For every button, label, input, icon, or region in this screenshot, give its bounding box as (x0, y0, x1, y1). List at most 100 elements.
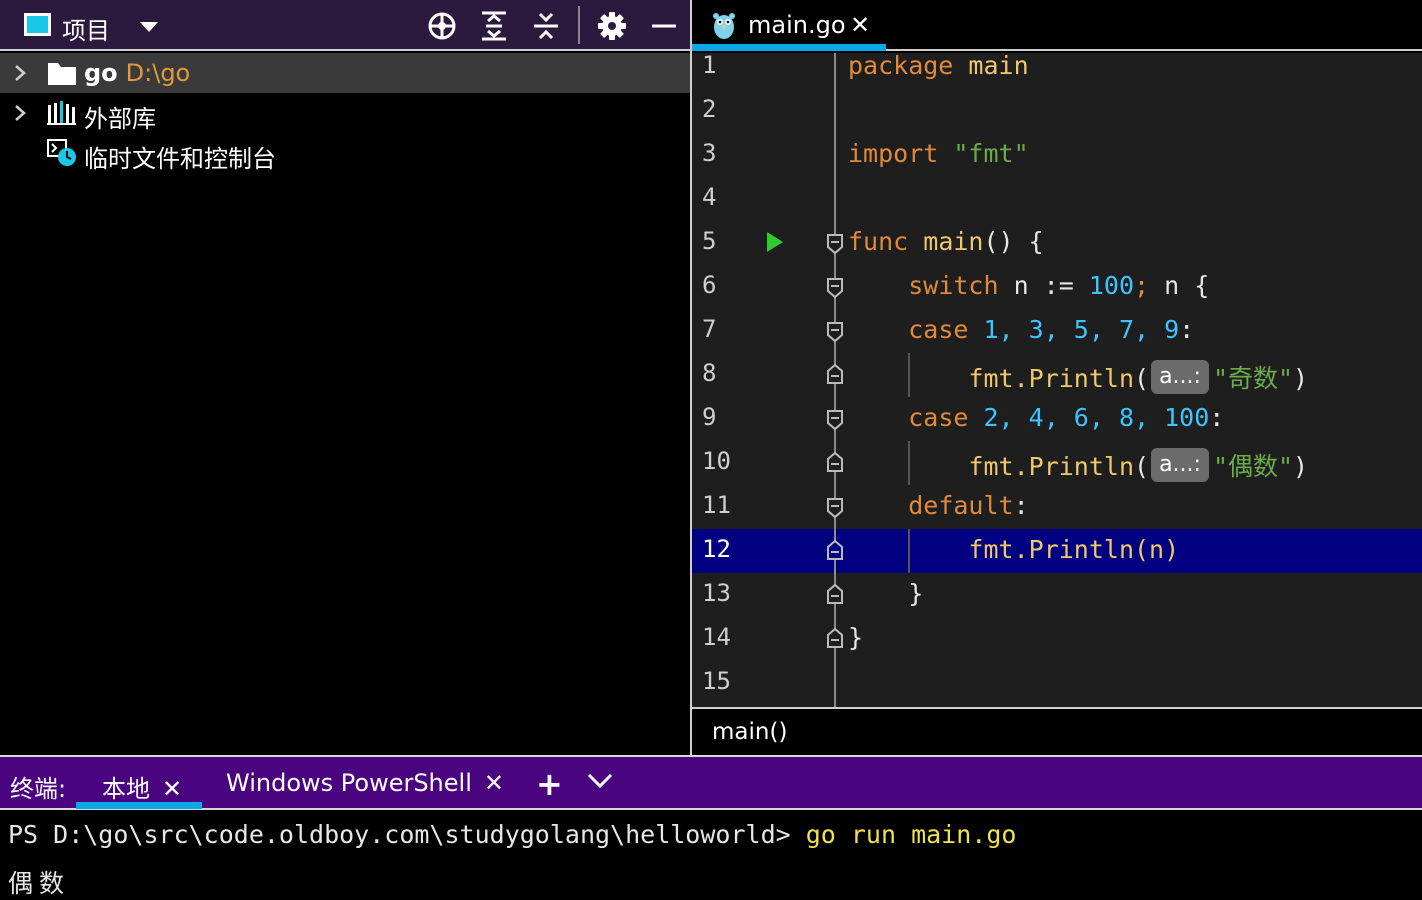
close-icon[interactable]: ✕ (850, 11, 870, 39)
project-panel-header: 项目 (0, 0, 690, 51)
fold-marker-icon[interactable] (826, 407, 844, 431)
parameter-hint: a...: (1151, 360, 1209, 394)
fold-end-marker-icon[interactable] (826, 583, 844, 607)
terminal-tab-label: 本地 (102, 775, 150, 803)
toolbar-divider (578, 6, 580, 44)
chevron-down-icon[interactable] (140, 22, 158, 32)
expand-all-icon[interactable] (478, 10, 510, 42)
code-line: 14 } (692, 617, 1422, 661)
line-number: 10 (702, 447, 731, 475)
code-line: 1 package main (692, 45, 1422, 89)
code-line: 13 } (692, 573, 1422, 617)
parameter-hint: a...: (1151, 448, 1209, 482)
fold-end-marker-icon[interactable] (826, 363, 844, 387)
code-text: package main (848, 51, 1029, 80)
fold-end-marker-icon[interactable] (826, 627, 844, 651)
project-panel-title[interactable]: 项目 (62, 11, 110, 46)
terminal-header: 终端: 本地 ✕ Windows PowerShell ✕ + (0, 755, 1422, 810)
fold-end-marker-icon[interactable] (826, 539, 844, 563)
chevron-down-icon[interactable] (586, 771, 614, 791)
scratch-console-icon (47, 139, 76, 166)
breadcrumb[interactable]: main() (692, 707, 1422, 755)
line-number: 15 (702, 667, 731, 695)
tree-item-go[interactable]: go D:\go (0, 53, 690, 93)
code-text: switch n := 100; n { (908, 271, 1210, 300)
code-line: 15 (692, 661, 1422, 705)
code-line: 6 switch n := 100; n { (692, 265, 1422, 309)
line-number: 4 (702, 183, 717, 211)
close-icon[interactable]: ✕ (162, 775, 182, 803)
line-number: 3 (702, 139, 717, 167)
tree-item-external-libs[interactable]: 外部库 (0, 93, 690, 133)
line-number: 2 (702, 95, 717, 123)
line-number: 1 (702, 51, 717, 79)
gear-icon[interactable] (596, 10, 628, 42)
code-text: case 1, 3, 5, 7, 9: (908, 315, 1195, 344)
collapse-all-icon[interactable] (530, 10, 562, 42)
code-text: fmt.Println(n) (968, 535, 1180, 564)
code-line-current: 12 fmt.Println(n) (692, 529, 1422, 573)
terminal-tab-powershell[interactable]: Windows PowerShell ✕ (226, 769, 504, 797)
code-line: 8 fmt.Println(a...: "奇数") (692, 353, 1422, 397)
code-line: 5 func main() { (692, 221, 1422, 265)
code-line: 11 default: (692, 485, 1422, 529)
code-text: func main() { (848, 227, 1044, 256)
terminal-title: 终端: (10, 775, 67, 803)
terminal-prompt: PS D:\go\src\code.oldboy.com\studygolang… (8, 820, 806, 849)
terminal-tab-label: Windows PowerShell (226, 769, 472, 797)
fold-marker-icon[interactable] (826, 495, 844, 519)
code-line: 7 case 1, 3, 5, 7, 9: (692, 309, 1422, 353)
fold-end-marker-icon[interactable] (826, 451, 844, 475)
breadcrumb-item[interactable]: main() (712, 719, 787, 745)
library-icon (47, 101, 76, 125)
run-icon[interactable] (766, 231, 784, 253)
line-number: 8 (702, 359, 717, 387)
tab-filename: main.go (748, 11, 846, 39)
tree-item-scratches[interactable]: 临时文件和控制台 (0, 133, 690, 173)
go-gopher-icon (713, 13, 735, 39)
project-tree: go D:\go 外部库 临时文件和控制台 (0, 53, 690, 755)
terminal-output[interactable]: PS D:\go\src\code.oldboy.com\studygolang… (0, 810, 1422, 900)
line-number: 9 (702, 403, 717, 431)
tree-item-path: D:\go (125, 59, 191, 87)
terminal-tab-local[interactable]: 本地 ✕ (102, 769, 182, 804)
code-text: import "fmt" (848, 139, 1029, 168)
active-tab-indicator (76, 802, 202, 809)
code-text: fmt.Println(a...: "奇数") (848, 359, 1308, 395)
minimize-icon[interactable] (648, 10, 680, 42)
terminal-result: 偶数 (8, 869, 71, 898)
code-text: fmt.Println(a...: "偶数") (848, 447, 1308, 483)
line-number: 5 (702, 227, 717, 255)
locate-icon[interactable] (426, 10, 458, 42)
code-line: 10 fmt.Println(a...: "偶数") (692, 441, 1422, 485)
line-number: 6 (702, 271, 717, 299)
code-line: 9 case 2, 4, 6, 8, 100: (692, 397, 1422, 441)
code-text: } (848, 623, 864, 652)
terminal-command: go run main.go (805, 820, 1017, 849)
project-window-icon (24, 13, 51, 36)
code-text: case 2, 4, 6, 8, 100: (908, 403, 1225, 432)
code-text: } (908, 579, 924, 608)
fold-marker-icon[interactable] (826, 275, 844, 299)
code-line: 2 (692, 89, 1422, 133)
folder-icon (48, 63, 76, 85)
line-number: 11 (702, 491, 731, 519)
code-line: 3 import "fmt" (692, 133, 1422, 177)
line-number: 7 (702, 315, 717, 343)
code-text: default: (908, 491, 1029, 520)
code-editor[interactable]: 1 package main 2 3 import "fmt" 4 5 func… (692, 51, 1422, 707)
chevron-right-icon[interactable] (12, 103, 28, 123)
chevron-right-icon[interactable] (12, 63, 28, 83)
tree-item-label: go (84, 59, 118, 87)
fold-marker-icon[interactable] (826, 231, 844, 255)
new-terminal-button[interactable]: + (536, 765, 563, 803)
terminal-command-line: PS D:\go\src\code.oldboy.com\studygolang… (8, 820, 1016, 849)
line-number: 12 (702, 535, 731, 563)
code-line: 4 (692, 177, 1422, 221)
tree-item-label: 临时文件和控制台 (84, 145, 276, 173)
close-icon[interactable]: ✕ (484, 769, 504, 797)
tree-item-label: 外部库 (84, 105, 156, 133)
fold-marker-icon[interactable] (826, 319, 844, 343)
tab-main-go[interactable]: main.go ✕ (692, 0, 886, 51)
editor-tab-bar: main.go ✕ (692, 0, 1422, 51)
